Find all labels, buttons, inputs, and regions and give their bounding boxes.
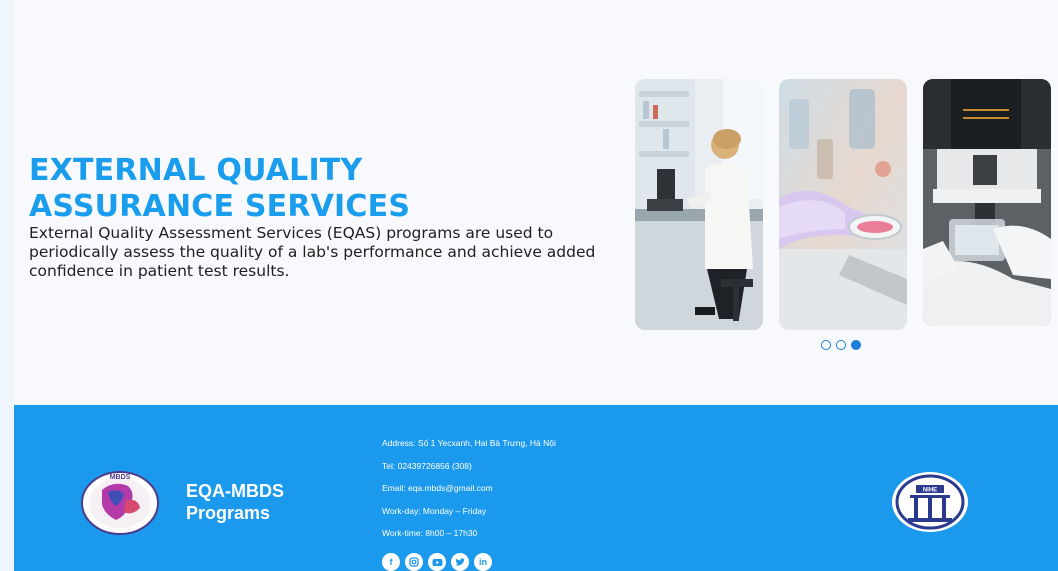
footer-brand-line-1: EQA-MBDS <box>186 481 284 501</box>
facebook-icon[interactable]: f <box>382 553 400 571</box>
hero-title-line-1: EXTERNAL QUALITY <box>29 153 363 188</box>
carousel-dot-1[interactable] <box>821 340 831 350</box>
hero-title: EXTERNAL QUALITY ASSURANCE SERVICES <box>29 153 410 225</box>
footer-tel[interactable]: Tel: 02439726856 (308) <box>382 461 556 484</box>
carousel-pagination <box>821 340 861 350</box>
footer-workday: Work-day: Monday – Friday <box>382 505 487 516</box>
hero-description: External Quality Assessment Services (EQ… <box>29 224 596 280</box>
nihe-logo-text: NIHE <box>923 488 937 494</box>
footer-contact-info: Address: Số 1 Yecxanh, Hai Bà Trưng, Hà … <box>382 438 556 551</box>
youtube-icon[interactable] <box>428 553 446 571</box>
nihe-logo[interactable]: NIHE <box>890 471 970 538</box>
mbds-logo[interactable]: MBDS <box>80 470 160 541</box>
footer-brand: EQA-MBDS Programs <box>186 480 284 524</box>
carousel-image-petri-dish[interactable] <box>779 79 907 330</box>
footer-worktime: Work-time: 8h00 – 17h30 <box>382 528 478 538</box>
footer-social-links: f in <box>382 553 492 571</box>
linkedin-icon[interactable]: in <box>474 553 492 571</box>
carousel-image-scientist[interactable] <box>635 79 763 330</box>
carousel-image-microscope[interactable] <box>923 79 1051 326</box>
footer-address: Address: Số 1 Yecxanh, Hai Bà Trưng, Hà … <box>382 438 556 448</box>
twitter-icon[interactable] <box>451 553 469 571</box>
footer-brand-line-2: Programs <box>186 503 271 523</box>
carousel-dot-2[interactable] <box>836 340 846 350</box>
hero-title-line-2: ASSURANCE SERVICES <box>29 189 411 224</box>
mbds-logo-text: MBDS <box>110 474 131 481</box>
page-left-gutter <box>0 0 14 571</box>
site-footer: MBDS EQA-MBDS Programs Address: Số 1 Yec… <box>14 405 1058 571</box>
footer-email[interactable]: Email: eqa.mbds@gmail.com <box>382 483 556 506</box>
carousel-dot-3-active[interactable] <box>851 340 861 350</box>
instagram-icon[interactable] <box>405 553 423 571</box>
hero-section: EXTERNAL QUALITY ASSURANCE SERVICES Exte… <box>14 0 1058 405</box>
